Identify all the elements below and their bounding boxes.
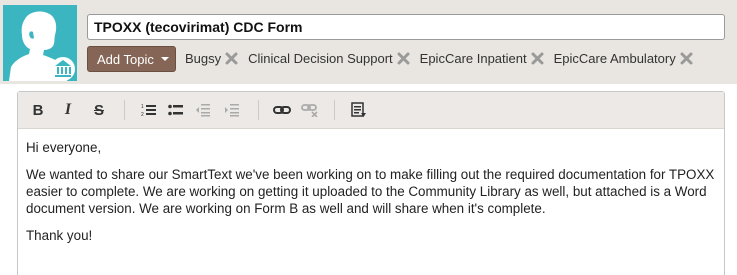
greeting-text: Hi everyone, <box>26 140 102 155</box>
post-header: Add Topic Bugsy Clinical Decision Suppor… <box>0 0 737 84</box>
bulleted-list-icon <box>168 104 183 116</box>
user-silhouette-icon <box>9 11 75 81</box>
rich-text-editor[interactable]: B I S 12 Hi everyone, We wanted to share <box>17 91 725 275</box>
tag-epiccare-ambulatory: EpicCare Ambulatory <box>554 51 693 66</box>
caret-down-icon <box>160 57 169 61</box>
tag-clinical-decision-support: Clinical Decision Support <box>248 51 410 66</box>
topic-tags: Bugsy Clinical Decision Support EpicCare… <box>185 51 703 66</box>
bulleted-list-button[interactable] <box>165 100 187 120</box>
add-topic-label: Add Topic <box>97 51 154 67</box>
numbered-list-button[interactable]: 12 <box>138 100 160 120</box>
editor-toolbar: B I S 12 <box>18 92 724 129</box>
body-text: We wanted to share our SmartText we've b… <box>26 167 715 216</box>
numbered-list-icon: 12 <box>141 104 156 117</box>
svg-text:2: 2 <box>141 112 144 117</box>
toolbar-divider <box>334 100 335 120</box>
title-input[interactable] <box>87 14 725 40</box>
italic-button[interactable]: I <box>57 100 79 120</box>
tag-label: EpicCare Inpatient <box>419 51 527 66</box>
tag-label: Clinical Decision Support <box>248 51 393 66</box>
remove-tag-icon[interactable] <box>397 52 410 65</box>
increase-indent-button[interactable] <box>221 100 243 120</box>
tag-label: Bugsy <box>185 51 222 66</box>
decrease-indent-icon <box>196 104 210 117</box>
remove-link-button[interactable] <box>299 100 321 120</box>
remove-tag-icon[interactable] <box>531 52 544 65</box>
link-icon <box>273 106 291 114</box>
unlink-icon <box>301 104 318 117</box>
tag-epiccare-inpatient: EpicCare Inpatient <box>420 51 544 66</box>
increase-indent-icon <box>225 104 239 117</box>
insert-link-button[interactable] <box>271 100 293 120</box>
remove-tag-icon[interactable] <box>225 52 238 65</box>
avatar[interactable] <box>3 5 77 81</box>
bold-button[interactable]: B <box>27 100 49 120</box>
editor-content[interactable]: Hi everyone, We wanted to share our Smar… <box>26 139 716 254</box>
strikethrough-button[interactable]: S <box>88 100 110 120</box>
svg-text:1: 1 <box>141 104 144 110</box>
toolbar-divider <box>258 100 259 120</box>
insert-smarttext-icon <box>351 102 366 117</box>
tag-bugsy: Bugsy <box>185 51 238 66</box>
tag-label: EpicCare Ambulatory <box>553 51 676 66</box>
decrease-indent-button[interactable] <box>192 100 214 120</box>
add-topic-button[interactable]: Add Topic <box>87 46 176 72</box>
remove-tag-icon[interactable] <box>680 52 693 65</box>
closing-text: Thank you! <box>26 228 93 243</box>
insert-smarttext-button[interactable] <box>348 100 370 120</box>
toolbar-divider <box>124 100 125 120</box>
